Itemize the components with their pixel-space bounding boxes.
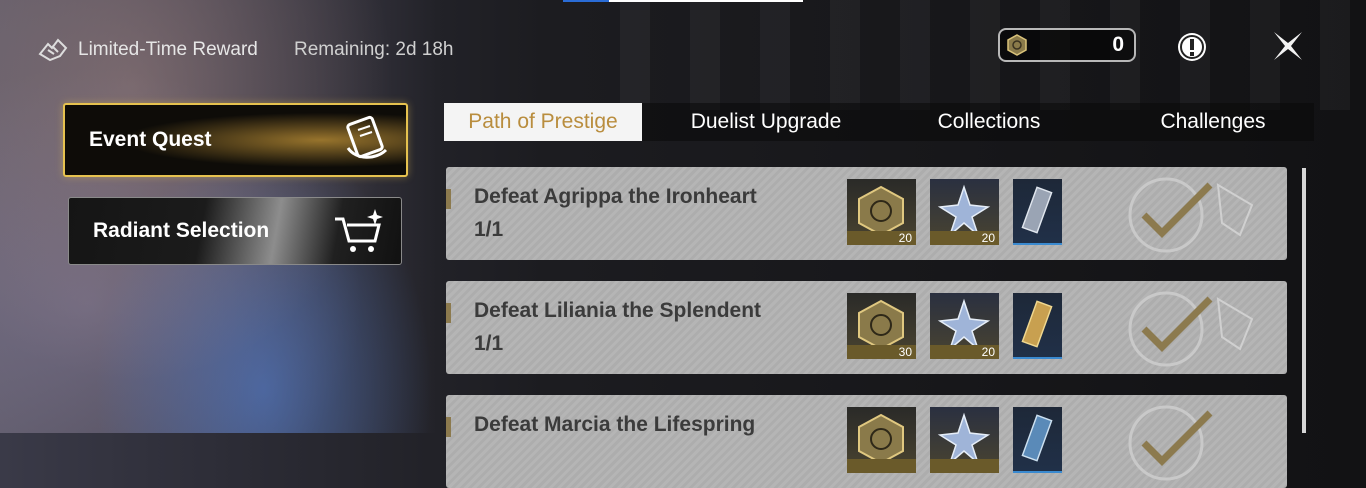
reward-slot[interactable] — [1013, 293, 1062, 359]
event-title: Limited-Time Reward — [78, 39, 258, 60]
remaining-time: Remaining: 2d 18h — [294, 39, 454, 60]
currency-value: 0 — [1112, 33, 1124, 56]
reward-slot[interactable] — [847, 407, 916, 473]
sidebar-item-label: Radiant Selection — [93, 219, 270, 242]
tab-duelist-upgrade[interactable]: Duelist Upgrade — [656, 103, 876, 141]
quest-progress: 1/1 — [474, 218, 504, 241]
tab-challenges[interactable]: Challenges — [1104, 103, 1322, 141]
card-item-icon — [1021, 414, 1053, 462]
reward-qty: 20 — [981, 231, 995, 245]
reward-slot[interactable]: 20 — [930, 293, 999, 359]
exclamation-icon[interactable] — [1176, 31, 1208, 63]
card-item-icon — [1021, 300, 1053, 348]
reward-slot[interactable]: 20 — [930, 179, 999, 245]
completed-check-icon — [1128, 177, 1254, 253]
quest-name: Defeat Agrippa the Ironheart — [474, 185, 757, 208]
event-header: Limited-Time Reward — [38, 36, 258, 64]
quest-name: Defeat Marcia the Lifespring — [474, 413, 756, 436]
quest-row: Defeat Liliania the Splendent 1/1 30 20 — [446, 281, 1287, 374]
sidebar-item-radiant-selection[interactable]: Radiant Selection — [68, 197, 402, 265]
close-x-icon[interactable] — [1270, 28, 1306, 64]
top-scroll-strip — [563, 0, 803, 2]
reward-qty: 20 — [898, 231, 912, 245]
quest-list-scrollbar[interactable] — [1302, 168, 1306, 433]
tab-collections[interactable]: Collections — [884, 103, 1094, 141]
background-glyph-pattern — [620, 0, 1366, 110]
medal-coin-icon — [1007, 34, 1027, 56]
card-item-icon — [1021, 186, 1053, 234]
reward-qty: 20 — [981, 345, 995, 359]
cart-icon — [335, 209, 383, 252]
quest-name: Defeat Liliania the Splendent — [474, 299, 762, 322]
quest-row: Defeat Agrippa the Ironheart 1/1 20 20 — [446, 167, 1287, 260]
currency-counter[interactable]: 0 — [998, 28, 1136, 62]
quest-row: Defeat Marcia the Lifespring — [446, 395, 1287, 488]
reward-slot[interactable] — [1013, 407, 1062, 473]
completed-check-icon — [1128, 405, 1213, 481]
scroll-icon — [346, 115, 388, 159]
reward-slot[interactable]: 20 — [847, 179, 916, 245]
sidebar-item-label: Event Quest — [89, 128, 212, 151]
reward-hand-icon — [38, 38, 68, 62]
reward-slot[interactable]: 30 — [847, 293, 916, 359]
reward-slot[interactable] — [1013, 179, 1062, 245]
tab-path-of-prestige[interactable]: Path of Prestige — [444, 103, 642, 141]
reward-qty: 30 — [898, 345, 912, 359]
completed-check-icon — [1128, 291, 1254, 367]
sidebar-item-event-quest[interactable]: Event Quest — [63, 103, 408, 177]
quest-progress: 1/1 — [474, 332, 504, 355]
tab-bar: Path of Prestige Duelist Upgrade Collect… — [444, 103, 1314, 141]
reward-slot[interactable] — [930, 407, 999, 473]
